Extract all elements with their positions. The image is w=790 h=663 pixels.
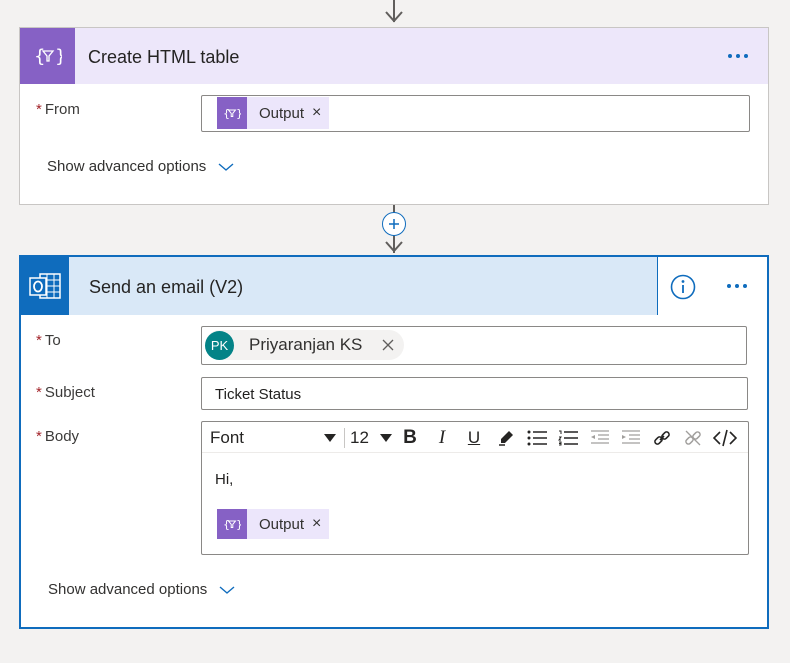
remove-recipient-icon[interactable]	[382, 339, 404, 351]
decrease-indent-icon	[591, 430, 609, 444]
create-html-table-title: Create HTML table	[88, 47, 240, 67]
svg-text:}: }	[236, 107, 241, 120]
font-family-dropdown[interactable]: Font	[210, 427, 336, 449]
data-operation-icon: {}	[217, 509, 247, 539]
body-label: * Body	[36, 428, 80, 445]
insert-step-button[interactable]	[382, 212, 406, 236]
connector-arrow-middle	[385, 241, 403, 253]
underline-button[interactable]: U	[462, 426, 486, 450]
send-email-card: Send an email (V2) * To PK Priyaranjan KS…	[19, 255, 769, 629]
svg-text:}: }	[55, 46, 62, 67]
show-advanced-options-link[interactable]: Show advanced options	[48, 581, 235, 598]
body-content[interactable]: Hi, {} Output ×	[202, 454, 748, 554]
data-operation-icon: { }	[34, 46, 62, 67]
from-label: * From	[36, 101, 80, 118]
recipient-name: Priyaranjan KS	[249, 335, 363, 354]
remove-token-icon[interactable]: ×	[312, 104, 329, 122]
bulleted-list-button[interactable]	[525, 426, 549, 450]
svg-text:{: {	[34, 46, 45, 67]
bold-button[interactable]: B	[398, 426, 422, 450]
data-operation-icon-tile: { }	[20, 28, 75, 84]
decrease-indent-button[interactable]	[588, 426, 612, 450]
outlook-icon-tile	[21, 257, 69, 315]
body-text: Hi,	[215, 471, 234, 488]
numbered-list-button[interactable]	[556, 426, 580, 450]
send-email-header[interactable]: Send an email (V2)	[21, 257, 767, 315]
highlighter-icon	[499, 431, 513, 446]
svg-text:{: {	[223, 518, 230, 531]
toolbar-separator	[344, 428, 345, 448]
code-view-icon	[713, 429, 737, 447]
info-icon[interactable]	[670, 274, 696, 300]
to-field[interactable]: PK Priyaranjan KS	[201, 326, 747, 365]
insert-link-button[interactable]	[650, 426, 674, 450]
send-email-title: Send an email (V2)	[89, 277, 244, 297]
code-view-button[interactable]	[711, 426, 739, 450]
increase-indent-icon	[622, 430, 640, 444]
font-family-value: Font	[210, 428, 245, 447]
remove-link-button[interactable]	[681, 426, 705, 450]
show-advanced-options-link[interactable]: Show advanced options	[47, 158, 234, 175]
create-html-table-more-options-icon[interactable]	[728, 54, 748, 58]
underline-icon: U	[467, 428, 481, 447]
body-editor: Font 12 B I U Hi, {Output ×	[201, 421, 749, 555]
show-advanced-options-label: Show advanced options	[48, 581, 208, 598]
italic-icon: I	[438, 427, 446, 448]
svg-text:}: }	[236, 518, 241, 531]
chevron-down-icon	[218, 162, 234, 171]
subject-value: Ticket Status	[215, 386, 302, 403]
output-token[interactable]: {} Output ×	[217, 509, 330, 539]
chevron-down-icon	[219, 585, 235, 594]
subject-field[interactable]: Ticket Status	[201, 377, 748, 410]
avatar: PK	[205, 330, 234, 360]
connector-arrow-top	[385, 11, 403, 23]
bulleted-list-icon	[527, 430, 547, 446]
font-size-value: 12	[350, 428, 369, 447]
create-html-table-card: { } Create HTML table *From {} Output × …	[19, 27, 769, 205]
create-html-table-header[interactable]: { } Create HTML table	[20, 28, 768, 84]
unlink-icon	[685, 430, 701, 446]
show-advanced-options-label: Show advanced options	[47, 158, 207, 175]
remove-token-icon[interactable]: ×	[312, 515, 329, 533]
highlight-button[interactable]	[494, 426, 518, 450]
from-field[interactable]: {} Output ×	[201, 95, 750, 132]
caret-down-icon	[324, 434, 336, 442]
send-email-more-options-icon[interactable]	[727, 284, 747, 288]
svg-text:{: {	[223, 107, 230, 120]
output-token[interactable]: {} Output ×	[217, 97, 330, 129]
subject-label: * Subject	[36, 384, 95, 401]
numbered-list-icon	[558, 430, 578, 446]
bold-icon: B	[403, 427, 417, 448]
outlook-icon	[29, 273, 61, 299]
increase-indent-button[interactable]	[619, 426, 643, 450]
to-label: * To	[36, 332, 61, 349]
body-toolbar: Font 12 B I U	[202, 422, 748, 453]
output-token-label: Output	[259, 104, 305, 122]
link-icon	[654, 431, 670, 445]
output-token-label: Output	[259, 515, 305, 533]
recipient-persona: PK Priyaranjan KS	[205, 330, 405, 360]
data-operation-icon: {}	[217, 97, 247, 129]
font-size-dropdown[interactable]: 12	[350, 427, 392, 449]
plus-icon	[389, 219, 399, 229]
caret-down-icon	[380, 434, 392, 442]
italic-button[interactable]: I	[430, 426, 454, 450]
